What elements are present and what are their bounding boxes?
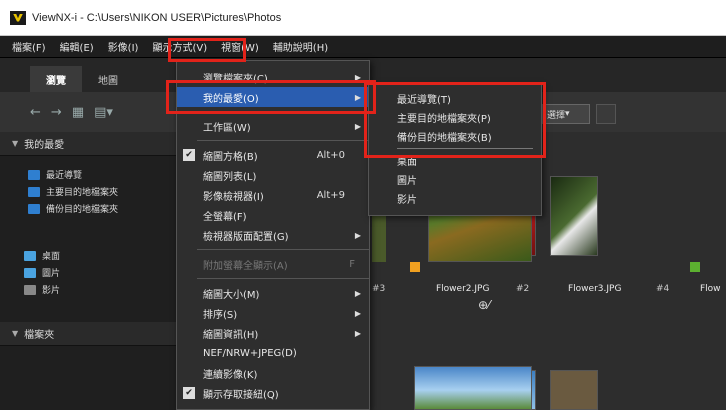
annotation-box-favorites-item bbox=[166, 80, 376, 114]
favorite-backup-dest[interactable]: 備份目的地檔案夾 bbox=[0, 200, 178, 217]
favorite-backup-label: 備份目的地檔案夾 bbox=[46, 205, 119, 215]
left-panel: ▼ 我的最愛 最近導覽 主要目的地檔案夾 備份目的地檔案夾 桌面 圖片 影片 ▼… bbox=[0, 132, 178, 410]
menu-item-image-viewer[interactable]: 影像檢視器(I) Alt+9 bbox=[177, 185, 369, 205]
thumbnail-flower2-number: #2 bbox=[516, 284, 530, 294]
thumbnail-flow-label: Flow bbox=[700, 284, 721, 294]
collapse-caret-icon: ▼ bbox=[12, 139, 19, 148]
menu-edit[interactable]: 編輯(E) bbox=[60, 39, 94, 54]
menu-item-label: 連續影像(K) bbox=[203, 369, 258, 381]
pictures-icon bbox=[24, 267, 36, 278]
thumbnail-flower2-label: Flower2.JPG bbox=[436, 284, 490, 294]
library-pictures-label: 圖片 bbox=[42, 269, 61, 279]
thumbnail-flower3-label: Flower3.JPG bbox=[568, 284, 622, 294]
menu-item-label: 顯示存取接紐(Q) bbox=[203, 389, 279, 401]
back-arrow-icon[interactable]: ← bbox=[30, 105, 41, 120]
menu-item-full-screen[interactable]: 全螢幕(F) bbox=[177, 205, 369, 225]
filter-select[interactable]: 選擇 ▾ bbox=[542, 104, 590, 124]
library-desktop-label: 桌面 bbox=[42, 252, 61, 262]
menu-item-sort[interactable]: 排序(S) ▶ bbox=[177, 303, 369, 323]
submenu-arrow-icon: ▶ bbox=[354, 288, 361, 298]
submenu-videos[interactable]: 影片 bbox=[369, 189, 541, 208]
menu-image[interactable]: 影像(I) bbox=[108, 39, 139, 54]
menu-separator bbox=[197, 140, 369, 141]
filter-select-label: 選擇 bbox=[547, 110, 566, 121]
thumbnail-flower3-number: #4 bbox=[656, 284, 670, 294]
label-badge-orange bbox=[410, 262, 420, 272]
folder-icon bbox=[28, 203, 40, 214]
thumbnail-landscape[interactable] bbox=[414, 366, 532, 410]
check-icon: ✔ bbox=[183, 387, 195, 399]
folder-icon bbox=[28, 186, 40, 197]
menu-item-access-buttons[interactable]: ✔ 顯示存取接紐(Q) bbox=[177, 383, 369, 403]
annotation-box-favorites-submenu bbox=[364, 82, 546, 158]
annotation-box-view-menu bbox=[168, 38, 246, 62]
menu-item-label: NEF/NRW+JPEG(D) bbox=[203, 347, 297, 359]
menu-item-thumbnail-grid[interactable]: ✔ 縮圖方格(B) Alt+0 bbox=[177, 145, 369, 165]
submenu-arrow-icon: ▶ bbox=[354, 308, 361, 318]
submenu-arrow-icon: ▶ bbox=[354, 328, 361, 338]
tab-browse[interactable]: 瀏覽 bbox=[30, 66, 82, 92]
menu-item-secondary-fullscreen[interactable]: 附加螢幕全顯示(A) F bbox=[177, 254, 369, 274]
library-videos-label: 影片 bbox=[42, 286, 61, 296]
desktop-icon bbox=[24, 250, 36, 261]
menu-item-label: 工作區(W) bbox=[203, 122, 251, 134]
menu-file[interactable]: 檔案(F) bbox=[12, 39, 46, 54]
library-pictures[interactable]: 圖片 bbox=[0, 264, 178, 281]
favorite-recent[interactable]: 最近導覽 bbox=[0, 166, 178, 183]
favorite-recent-label: 最近導覽 bbox=[46, 171, 83, 181]
location-edit-icon[interactable]: ⊕⁄ bbox=[478, 298, 490, 312]
menu-item-label: 縮圖大小(M) bbox=[203, 289, 260, 301]
folders-header-label: 檔案夾 bbox=[24, 330, 55, 341]
menu-item-label: 全螢幕(F) bbox=[203, 211, 247, 223]
submenu-arrow-icon: ▶ bbox=[354, 121, 361, 131]
shortcut-label: Alt+9 bbox=[316, 189, 345, 201]
folder-icon bbox=[28, 169, 40, 180]
shortcut-label: Alt+0 bbox=[316, 149, 345, 161]
menu-item-label: 縮圖方格(B) bbox=[203, 151, 258, 163]
library-videos[interactable]: 影片 bbox=[0, 281, 178, 298]
folders-header[interactable]: ▼ 檔案夾 bbox=[0, 322, 178, 346]
menu-item-label: 檢視器版面配置(G) bbox=[203, 231, 289, 243]
window-title: ViewNX-i - C:\Users\NIKON USER\Pictures\… bbox=[32, 11, 282, 24]
menu-bar: 檔案(F) 編輯(E) 影像(I) 顯示方式(V) 視窗(W) 輔助說明(H) bbox=[0, 36, 726, 58]
library-desktop[interactable]: 桌面 bbox=[0, 247, 178, 264]
submenu-arrow-icon: ▶ bbox=[354, 230, 361, 240]
menu-item-workspace[interactable]: 工作區(W) ▶ bbox=[177, 116, 369, 136]
menu-item-sequence[interactable]: 連續影像(K) bbox=[177, 363, 369, 383]
collapse-caret-icon: ▼ bbox=[12, 329, 19, 338]
submenu-pictures[interactable]: 圖片 bbox=[369, 170, 541, 189]
check-icon: ✔ bbox=[183, 149, 195, 161]
videos-icon bbox=[24, 284, 36, 295]
menu-item-nef-jpeg[interactable]: NEF/NRW+JPEG(D) bbox=[177, 343, 369, 363]
thumbnail-flow[interactable] bbox=[550, 176, 598, 256]
menu-item-label: 縮圖列表(L) bbox=[203, 171, 257, 183]
menu-item-thumbnail-info[interactable]: 縮圖資訊(H) ▶ bbox=[177, 323, 369, 343]
title-bar: ViewNX-i - C:\Users\NIKON USER\Pictures\… bbox=[0, 0, 726, 36]
menu-item-label: 影像檢視器(I) bbox=[203, 191, 264, 203]
menu-item-label: 縮圖資訊(H) bbox=[203, 329, 259, 341]
menu-item-thumbnail-list[interactable]: 縮圖列表(L) bbox=[177, 165, 369, 185]
thumbnail-prev-number: #3 bbox=[372, 284, 386, 294]
view-options-icon[interactable]: ▤▾ bbox=[94, 105, 113, 120]
lock-icon[interactable] bbox=[596, 104, 616, 124]
tab-map[interactable]: 地圖 bbox=[82, 66, 134, 92]
forward-arrow-icon[interactable]: → bbox=[51, 105, 62, 120]
menu-help[interactable]: 輔助說明(H) bbox=[273, 39, 328, 54]
favorites-header[interactable]: ▼ 我的最愛 bbox=[0, 132, 178, 156]
favorite-primary-label: 主要目的地檔案夾 bbox=[46, 188, 119, 198]
favorite-primary-dest[interactable]: 主要目的地檔案夾 bbox=[0, 183, 178, 200]
menu-item-label: 附加螢幕全顯示(A) bbox=[203, 260, 288, 272]
menu-separator bbox=[197, 249, 369, 250]
thumbnail-partial[interactable] bbox=[550, 370, 598, 410]
menu-item-viewer-layout[interactable]: 檢視器版面配置(G) ▶ bbox=[177, 225, 369, 245]
menu-item-label: 排序(S) bbox=[203, 309, 238, 321]
label-badge-green bbox=[690, 262, 700, 272]
favorites-header-label: 我的最愛 bbox=[24, 140, 65, 151]
menu-item-thumbnail-size[interactable]: 縮圖大小(M) ▶ bbox=[177, 283, 369, 303]
folder-add-icon[interactable]: ▦ bbox=[72, 105, 84, 120]
viewnx-app-icon bbox=[10, 10, 26, 25]
thumbnail-prev-edge bbox=[372, 214, 386, 262]
menu-separator bbox=[197, 278, 369, 279]
shortcut-label: F bbox=[349, 258, 355, 270]
